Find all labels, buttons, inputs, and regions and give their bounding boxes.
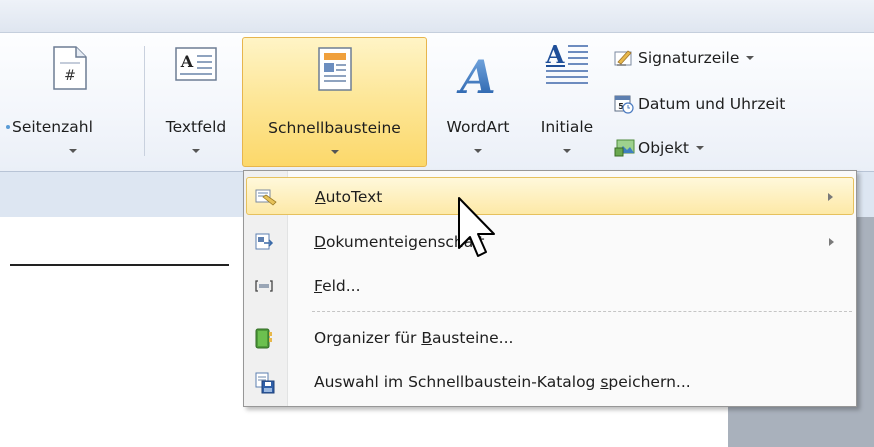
menu-separator	[312, 311, 852, 312]
textfeld-button[interactable]: A Textfeld	[153, 37, 239, 167]
calendar-clock-icon: 5	[614, 94, 634, 114]
initiale-button[interactable]: A Initiale	[528, 37, 606, 167]
menu-item-autotext[interactable]: AutoText	[246, 177, 854, 215]
wordart-icon: A	[456, 50, 500, 104]
ribbon-indicator-dot	[6, 125, 10, 129]
quick-parts-icon	[317, 46, 353, 96]
svg-text:A: A	[180, 52, 194, 71]
signaturzeile-label: Signaturzeile	[638, 49, 740, 67]
drop-cap-icon: A	[544, 40, 590, 95]
seitenzahl-label: Seitenzahl	[12, 118, 93, 136]
feld-label: Feld...	[314, 277, 361, 295]
submenu-arrow-icon	[828, 193, 833, 201]
svg-text:A: A	[456, 51, 496, 99]
svg-text:#: #	[64, 68, 76, 84]
save-to-gallery-icon	[254, 372, 275, 394]
schnellbausteine-dropdown-arrow	[330, 150, 339, 154]
seitenzahl-button[interactable]: # Seitenzahl	[0, 37, 145, 167]
seitenzahl-dropdown-arrow	[69, 149, 77, 153]
wordart-button[interactable]: A WordArt	[430, 37, 526, 167]
ribbon-separator	[144, 46, 145, 156]
auswahl-speichern-label: Auswahl im Schnellbaustein-Katalog speic…	[314, 373, 691, 391]
signature-line-icon	[614, 48, 634, 68]
textfeld-dropdown-arrow	[192, 149, 200, 153]
datum-uhrzeit-label: Datum und Uhrzeit	[638, 95, 786, 113]
organizer-icon	[254, 328, 274, 349]
object-icon	[614, 138, 635, 158]
ribbon-tab-strip	[0, 0, 874, 33]
datum-uhrzeit-button[interactable]: 5 Datum und Uhrzeit	[614, 90, 785, 118]
wordart-label: WordArt	[446, 118, 510, 136]
document-line	[10, 264, 229, 266]
textbox-icon: A	[174, 45, 218, 89]
autotext-icon	[255, 187, 277, 207]
objekt-dropdown-arrow	[695, 146, 704, 150]
document-property-icon	[254, 232, 274, 252]
menu-item-auswahl-speichern[interactable]: Auswahl im Schnellbaustein-Katalog speic…	[246, 363, 854, 401]
menu-item-feld[interactable]: Feld...	[246, 267, 854, 305]
wordart-dropdown-arrow	[474, 149, 482, 153]
svg-text:A: A	[545, 41, 565, 69]
signaturzeile-dropdown-arrow	[746, 56, 755, 60]
initiale-dropdown-arrow	[563, 149, 571, 153]
schnellbausteine-label: Schnellbausteine	[268, 119, 401, 137]
organizer-label: Organizer für Bausteine...	[314, 329, 514, 347]
signaturzeile-button[interactable]: Signaturzeile	[614, 44, 755, 72]
menu-item-organizer[interactable]: Organizer für Bausteine...	[246, 319, 854, 357]
mouse-cursor-icon	[457, 196, 503, 266]
schnellbausteine-menu: AutoText Dokumenteigenschaft Feld... Org…	[243, 170, 857, 407]
autotext-label: AutoText	[315, 188, 383, 206]
objekt-button[interactable]: Objekt	[614, 134, 704, 162]
field-icon	[254, 276, 274, 296]
objekt-label: Objekt	[638, 139, 689, 157]
initiale-label: Initiale	[540, 118, 594, 136]
schnellbausteine-button[interactable]: Schnellbausteine	[242, 37, 427, 167]
menu-item-dokumenteigenschaft[interactable]: Dokumenteigenschaft	[246, 223, 854, 261]
submenu-arrow-icon	[829, 238, 834, 246]
textfeld-label: Textfeld	[165, 118, 227, 136]
page-number-icon: #	[52, 45, 88, 95]
